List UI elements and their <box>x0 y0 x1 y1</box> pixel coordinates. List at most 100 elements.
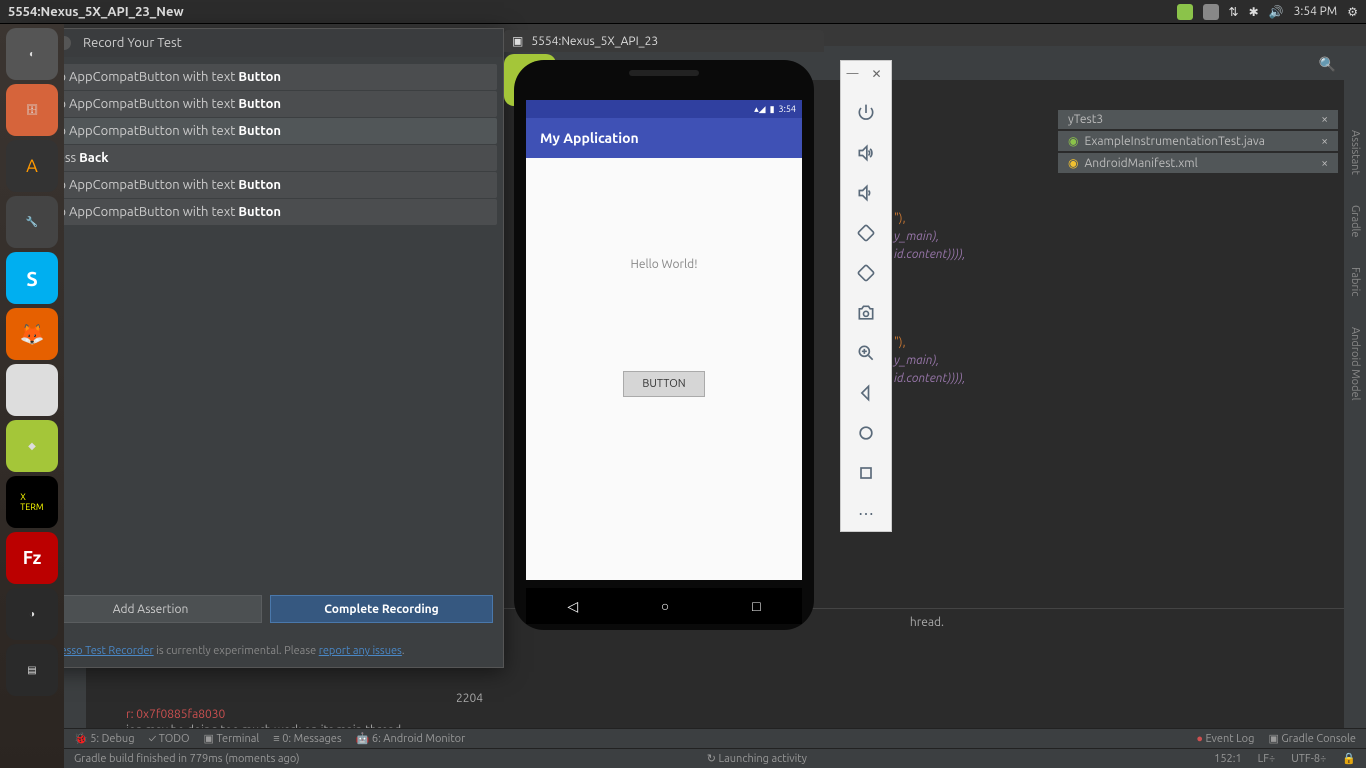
ubuntu-launcher: ◐ 🗄 A 🔧 S 🦊 ◉ ◆ ▯ XTERM Fz ◑ ▤ <box>0 24 64 768</box>
emu-home-icon[interactable] <box>854 421 878 445</box>
console-line: 2204 <box>96 691 1334 707</box>
btm-todo[interactable]: ✓ TODO <box>149 733 190 745</box>
emu-rotate-right-icon[interactable] <box>854 261 878 285</box>
phone-frame: ▴◢ ▮ 3:54 My Application Hello World! BU… <box>514 60 814 630</box>
editor-tab-2[interactable]: ◉ExampleInstrumentationTest.java× <box>1058 131 1338 151</box>
emu-rotate-left-icon[interactable] <box>854 221 878 245</box>
recorder-list: Tap AppCompatButton with text Button Tap… <box>29 57 503 232</box>
emu-more-icon[interactable]: ⋯ <box>854 501 878 525</box>
recorder-item[interactable]: Press Back <box>35 145 497 171</box>
system-tray: ⇅ ✱ 🔊 3:54 PM ⚙ <box>1177 4 1358 20</box>
battery-icon: ▮ <box>770 104 775 115</box>
nav-back-icon[interactable]: ◁ <box>567 598 578 615</box>
footnote-link-issues[interactable]: report any issues <box>319 645 402 657</box>
right-tab-androidmodel[interactable]: Android Model <box>1349 327 1361 400</box>
editor-tab-1[interactable]: yTest3× <box>1058 110 1338 129</box>
emu-volume-down-icon[interactable] <box>854 181 878 205</box>
btm-monitor[interactable]: 🤖 6: Android Monitor <box>356 732 466 745</box>
editor-tabs: yTest3× ◉ExampleInstrumentationTest.java… <box>1058 110 1338 173</box>
phone-speaker <box>629 70 699 76</box>
right-tab-assistant[interactable]: Assistant <box>1349 130 1361 175</box>
launcher-chrome[interactable]: ◉ <box>6 364 58 416</box>
launcher-xterm[interactable]: XTERM <box>6 476 58 528</box>
emu-window-controls: — ✕ <box>841 67 891 85</box>
app-button[interactable]: BUTTON <box>623 371 704 397</box>
tray-keyboard-icon[interactable] <box>1177 4 1193 20</box>
emu-power-icon[interactable] <box>854 101 878 125</box>
nav-recent-icon[interactable]: □ <box>752 598 760 614</box>
phone-time: 3:54 <box>779 104 796 114</box>
console-line-red: r: 0x7f0885fa8030 <box>126 707 1334 723</box>
app-content: Hello World! BUTTON <box>526 158 802 580</box>
recorder-item[interactable]: Tap AppCompatButton with text Button <box>35 199 497 225</box>
recorder-item[interactable]: Tap AppCompatButton with text Button <box>35 91 497 117</box>
status-bar: Gradle build finished in 779ms (moments … <box>64 748 1366 768</box>
tray-mail-icon[interactable] <box>1203 4 1219 20</box>
emulator-title: 5554:Nexus_5X_API_23 <box>531 35 658 48</box>
emu-back-icon[interactable] <box>854 381 878 405</box>
add-assertion-button[interactable]: Add Assertion <box>39 595 262 623</box>
right-tab-gradle[interactable]: Gradle <box>1349 205 1361 238</box>
emulator-side-toolbar: — ✕ ⋯ <box>840 60 892 532</box>
launcher-app2[interactable]: ▤ <box>6 644 58 696</box>
app-title: My Application <box>540 130 639 146</box>
recorder-item[interactable]: Tap AppCompatButton with text Button <box>35 172 497 198</box>
recorder-buttons: Add Assertion Complete Recording <box>29 595 503 623</box>
launcher-firefox[interactable]: 🦊 <box>6 308 58 360</box>
code-lines: "), y_main), id.content)))), "), y_main)… <box>894 210 1314 388</box>
launcher-filezilla[interactable]: Fz <box>6 532 58 584</box>
status-pos: 152:1 <box>1214 753 1242 765</box>
launcher-android-studio[interactable]: ◆ <box>6 420 58 472</box>
emulator-window: ▣ 5554:Nexus_5X_API_23 ▴◢ ▮ 3:54 My Appl… <box>504 30 824 640</box>
hello-text: Hello World! <box>631 258 698 271</box>
tray-bluetooth-icon[interactable]: ✱ <box>1249 5 1259 19</box>
complete-recording-button[interactable]: Complete Recording <box>270 595 493 623</box>
status-enc: UTF-8÷ <box>1291 753 1326 765</box>
tray-network-icon[interactable]: ⇅ <box>1229 5 1239 19</box>
launcher-settings[interactable]: 🔧 <box>6 196 58 248</box>
nav-home-icon[interactable]: ○ <box>661 598 669 614</box>
phone-screen: ▴◢ ▮ 3:54 My Application Hello World! BU… <box>526 100 802 580</box>
signal-icon: ▴◢ <box>754 104 765 115</box>
recorder-footnote: Espresso Test Recorder is currently expe… <box>39 645 493 657</box>
emu-volume-up-icon[interactable] <box>854 141 878 165</box>
right-tab-fabric[interactable]: Fabric <box>1349 267 1361 296</box>
btm-debug[interactable]: 🐞 5: Debug <box>74 732 135 745</box>
phone-navbar: ◁ ○ □ <box>526 588 802 624</box>
emu-close-icon[interactable]: ✕ <box>872 67 886 81</box>
bottom-toolbar: 🐞 5: Debug ✓ TODO ▣ Terminal ≡ 0: Messag… <box>64 728 1366 748</box>
search-icon[interactable]: 🔍 <box>1319 56 1336 73</box>
emulator-icon: ▣ <box>512 34 523 48</box>
recorder-dialog: Record Your Test Tap AppCompatButton wit… <box>28 28 504 668</box>
launcher-app1[interactable]: ◑ <box>6 588 58 640</box>
emu-minimize-icon[interactable]: — <box>847 67 861 81</box>
btm-eventlog[interactable]: Event Log <box>1196 733 1254 745</box>
editor-tab-3[interactable]: ◉AndroidManifest.xml× <box>1058 153 1338 173</box>
launcher-files[interactable]: 🗄 <box>6 84 58 136</box>
emu-overview-icon[interactable] <box>854 461 878 485</box>
launcher-updates[interactable]: A <box>6 140 58 192</box>
app-bar: My Application <box>526 118 802 158</box>
ubuntu-top-bar: 5554:Nexus_5X_API_23_New ⇅ ✱ 🔊 3:54 PM ⚙ <box>0 0 1366 24</box>
recorder-item[interactable]: Tap AppCompatButton with text Button <box>35 118 497 144</box>
status-activity: ↻ Launching activity <box>707 752 807 765</box>
tray-time[interactable]: 3:54 PM <box>1294 5 1338 18</box>
emu-zoom-icon[interactable] <box>854 341 878 365</box>
status-gradle: Gradle build finished in 779ms (moments … <box>74 753 300 765</box>
tray-gear-icon[interactable]: ⚙ <box>1347 5 1358 19</box>
status-lock-icon[interactable]: 🔒 <box>1342 752 1356 765</box>
phone-status-bar: ▴◢ ▮ 3:54 <box>526 100 802 118</box>
emu-camera-icon[interactable] <box>854 301 878 325</box>
btm-messages[interactable]: ≡ 0: Messages <box>273 733 341 745</box>
launcher-dash[interactable]: ◐ <box>6 28 58 80</box>
btm-gradleconsole[interactable]: ▣ Gradle Console <box>1268 732 1356 745</box>
emulator-titlebar[interactable]: ▣ 5554:Nexus_5X_API_23 <box>504 30 824 52</box>
status-lf: LF÷ <box>1258 753 1276 765</box>
launcher-skype[interactable]: S <box>6 252 58 304</box>
right-tool-tabs: Assistant Gradle Fabric Android Model <box>1344 80 1366 728</box>
tray-sound-icon[interactable]: 🔊 <box>1269 5 1284 19</box>
recorder-item[interactable]: Tap AppCompatButton with text Button <box>35 64 497 90</box>
recorder-header: Record Your Test <box>29 29 503 57</box>
window-title: 5554:Nexus_5X_API_23_New <box>8 5 1177 19</box>
btm-terminal[interactable]: ▣ Terminal <box>204 732 260 745</box>
